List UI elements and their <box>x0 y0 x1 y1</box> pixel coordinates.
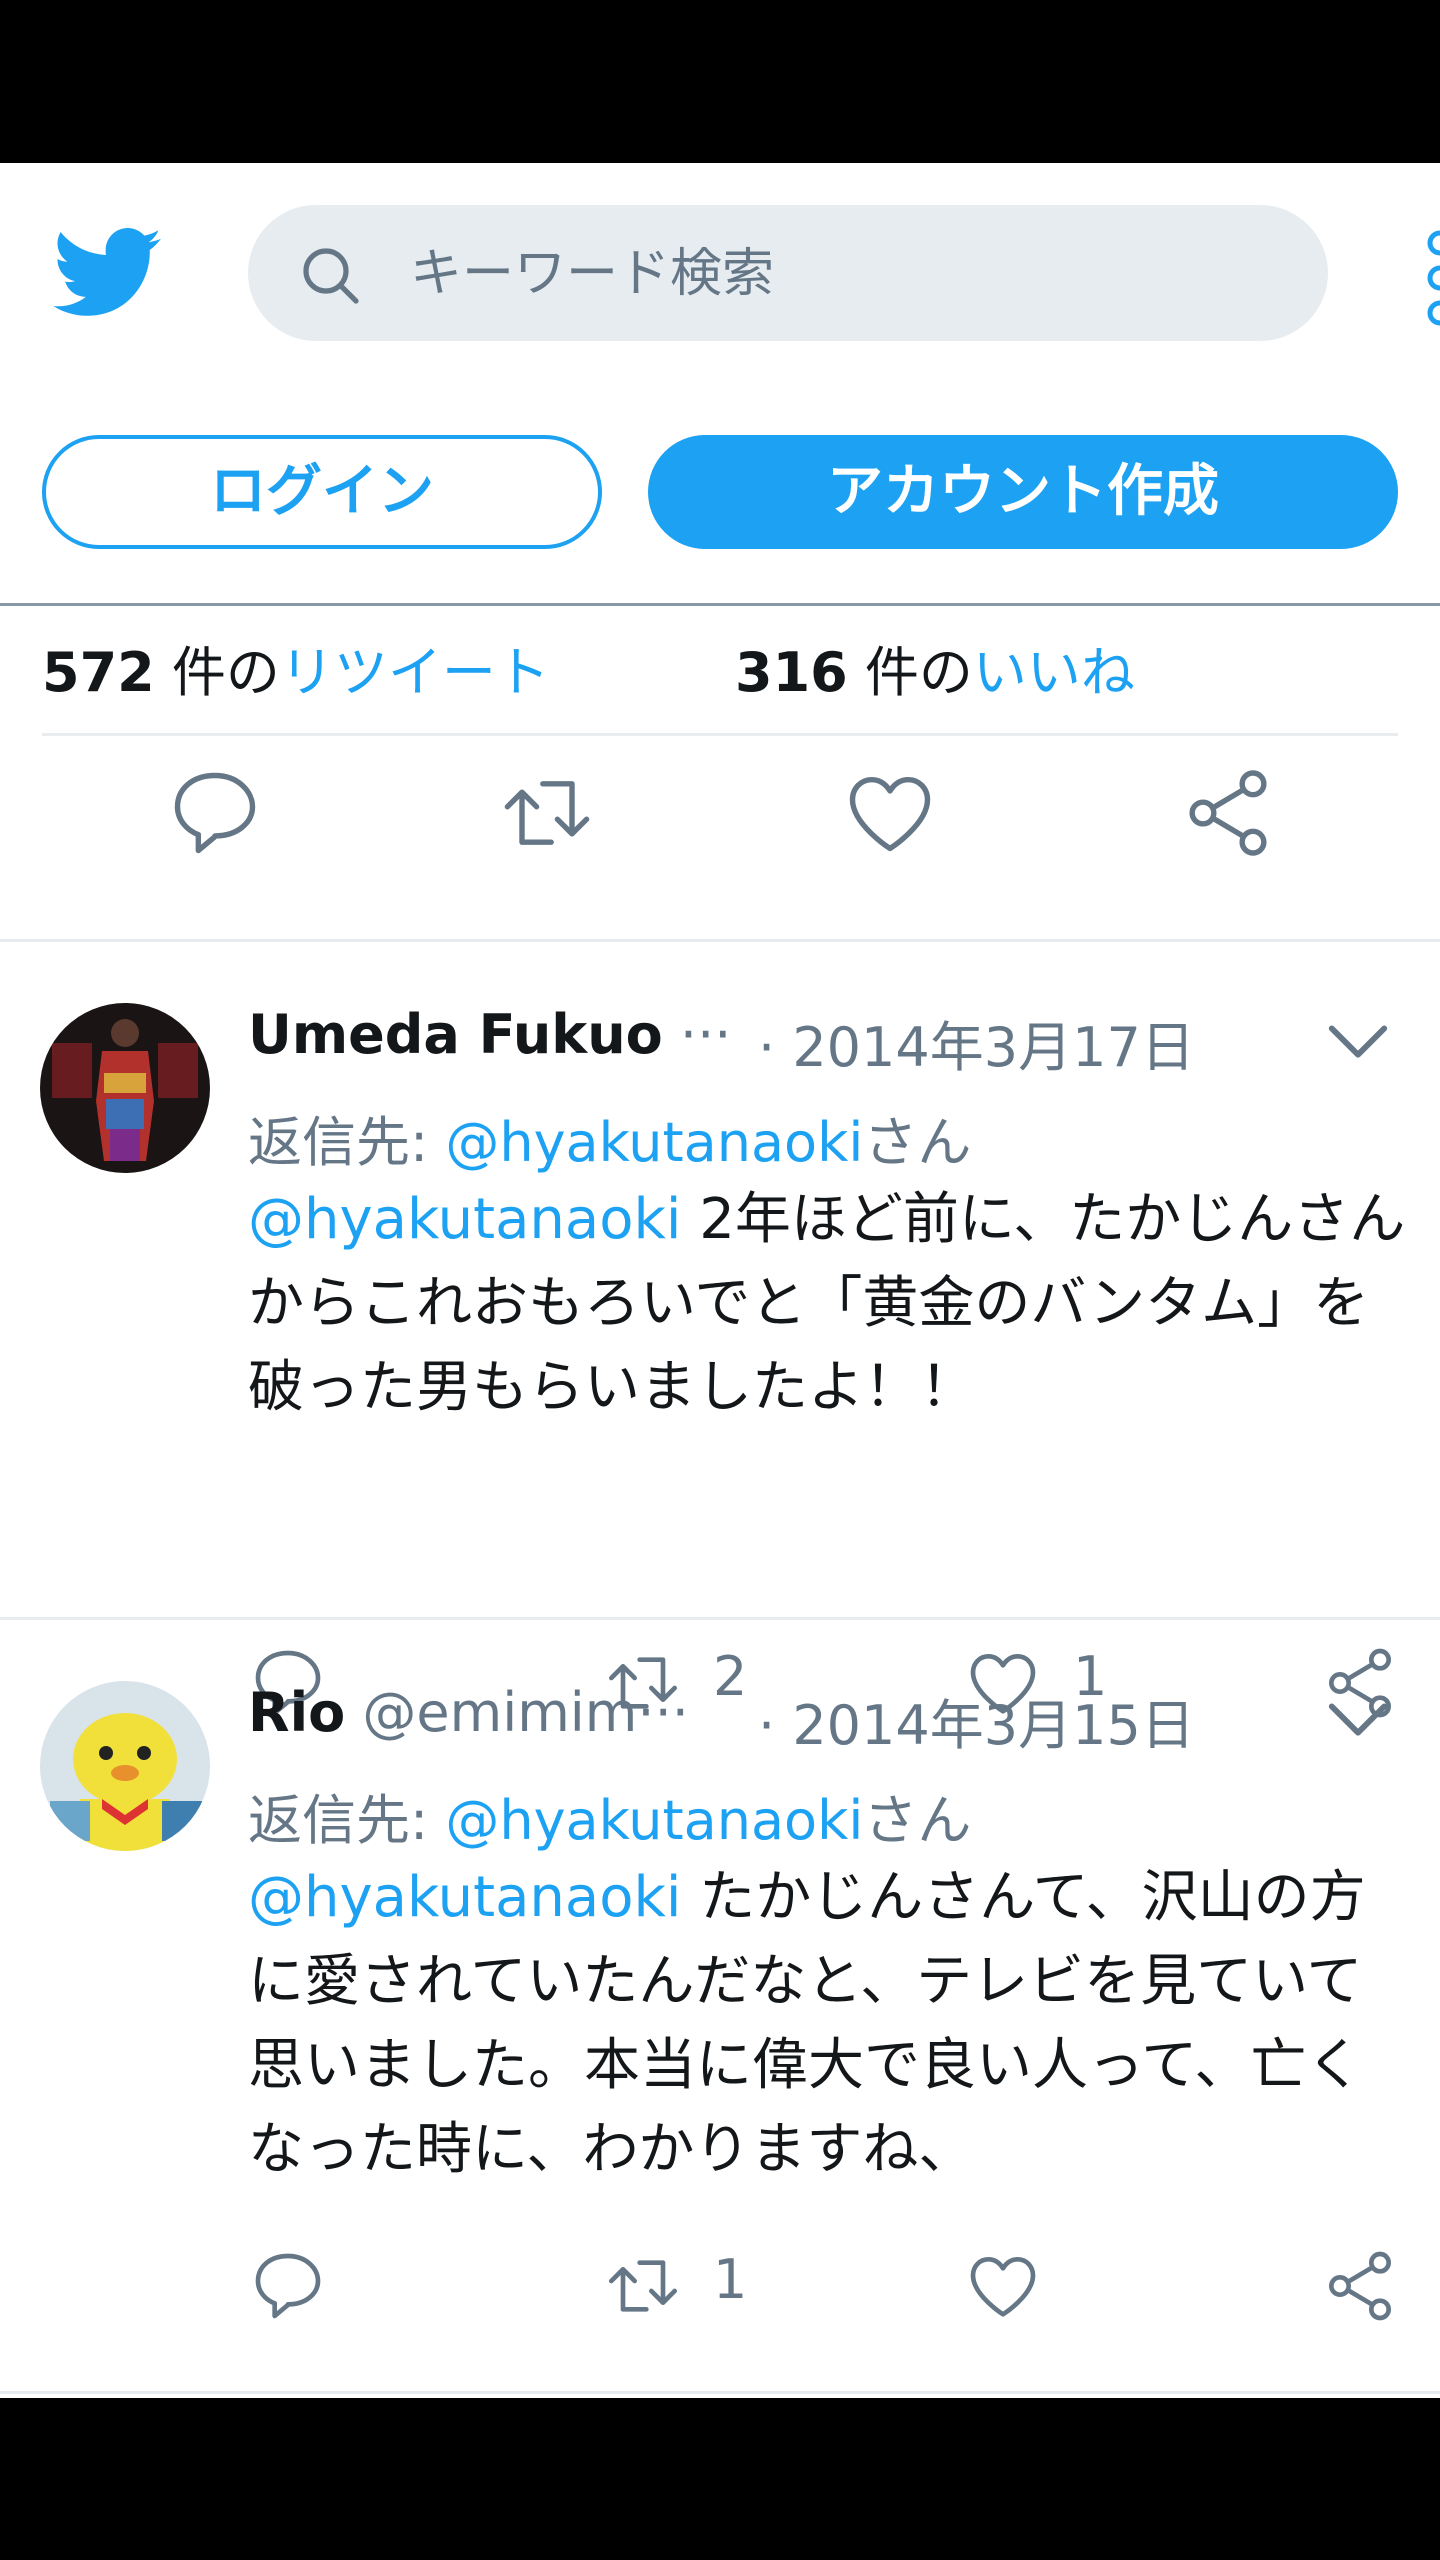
mention-link[interactable]: @hyakutanaoki <box>248 1865 681 1930</box>
tweet-item[interactable]: Rio @emimim··· · 2014年3月15日 返信先: @hyakut… <box>0 1681 1440 2398</box>
reply-handle-link[interactable]: @hyakutanaoki <box>445 1789 863 1852</box>
reply-context: 返信先: @hyakutanaokiさん <box>248 1776 971 1855</box>
retweet-unit: 件の <box>171 641 280 703</box>
share-icon[interactable] <box>1178 763 1278 863</box>
login-button[interactable]: ログイン <box>42 435 602 549</box>
tweet-date[interactable]: · 2014年3月15日 <box>758 1681 1195 1760</box>
like-icon <box>970 2257 1036 2317</box>
like-icon[interactable] <box>840 763 940 863</box>
screen: ログイン アカウント作成 572 件のリツイート 316 件のいいね <box>0 163 1440 2398</box>
section-divider <box>0 2391 1440 2394</box>
more-options-icon[interactable] <box>1420 223 1440 333</box>
chevron-down-icon[interactable] <box>1323 1013 1393 1073</box>
like-count-stat[interactable]: 316 件のいいね <box>735 628 1135 703</box>
reply-handle-link[interactable]: @hyakutanaoki <box>445 1111 863 1174</box>
avatar-image-2 <box>40 1681 210 1851</box>
retweet-icon[interactable] <box>497 763 597 863</box>
share-icon <box>1329 2251 1391 2321</box>
tweet-header: Umeda Fukuo ··· · 2014年3月17日 <box>248 1003 1428 1093</box>
like-unit: 件の <box>864 641 973 703</box>
avatar-image-1 <box>40 1003 210 1173</box>
tweet-date[interactable]: · 2014年3月17日 <box>758 1003 1195 1082</box>
tweet-item[interactable]: Umeda Fukuo ··· · 2014年3月17日 返信先: @hyaku… <box>0 1003 1440 1773</box>
reply-prefix: 返信先: <box>248 1111 446 1174</box>
reply-context: 返信先: @hyakutanaokiさん <box>248 1098 971 1177</box>
tweet-text: @hyakutanaoki たかじんさんて、沢山の方に愛されていたんだなと、テレ… <box>248 1856 1408 2192</box>
author-handle[interactable]: ··· <box>680 1003 732 1066</box>
mention-link[interactable]: @hyakutanaoki <box>248 1187 681 1252</box>
reply-prefix: 返信先: <box>248 1789 446 1852</box>
section-divider <box>0 939 1440 942</box>
tweet-actions: 1 <box>248 2236 1428 2336</box>
author-handle[interactable]: @emimim··· <box>362 1681 689 1744</box>
retweet-count: 572 <box>42 641 155 703</box>
like-label: いいね <box>972 641 1135 703</box>
header-divider <box>0 603 1440 606</box>
tweet-text: @hyakutanaoki 2年ほど前に、たかじんさんからこれおもろいでと「黄金… <box>248 1178 1408 1430</box>
top-bar: ログイン アカウント作成 <box>0 163 1440 603</box>
retweet-icon <box>609 2260 677 2312</box>
chevron-down-icon[interactable] <box>1323 1691 1393 1751</box>
search-bar[interactable] <box>248 205 1328 341</box>
reply-icon <box>255 2253 321 2319</box>
author-name[interactable]: Umeda Fukuo <box>248 1003 663 1066</box>
stats-divider <box>42 733 1398 736</box>
reply-suffix: さん <box>863 1111 972 1174</box>
main-tweet-actions <box>0 763 1440 913</box>
retweet-count-stat[interactable]: 572 件のリツイート <box>42 628 550 703</box>
reply-icon[interactable] <box>165 763 265 863</box>
like-count: 316 <box>735 641 848 703</box>
twitter-logo-icon[interactable] <box>52 228 162 318</box>
reply-suffix: さん <box>863 1789 972 1852</box>
avatar[interactable] <box>40 1003 210 1173</box>
search-icon <box>303 248 359 304</box>
retweet-count: 1 <box>713 2248 748 2311</box>
search-input[interactable] <box>408 225 1292 323</box>
retweet-label: リツイート <box>279 641 550 703</box>
tweet-header: Rio @emimim··· · 2014年3月15日 <box>248 1681 1428 1771</box>
create-account-button[interactable]: アカウント作成 <box>648 435 1398 549</box>
section-divider <box>0 1617 1440 1620</box>
avatar[interactable] <box>40 1681 210 1851</box>
author-name[interactable]: Rio <box>248 1681 345 1744</box>
